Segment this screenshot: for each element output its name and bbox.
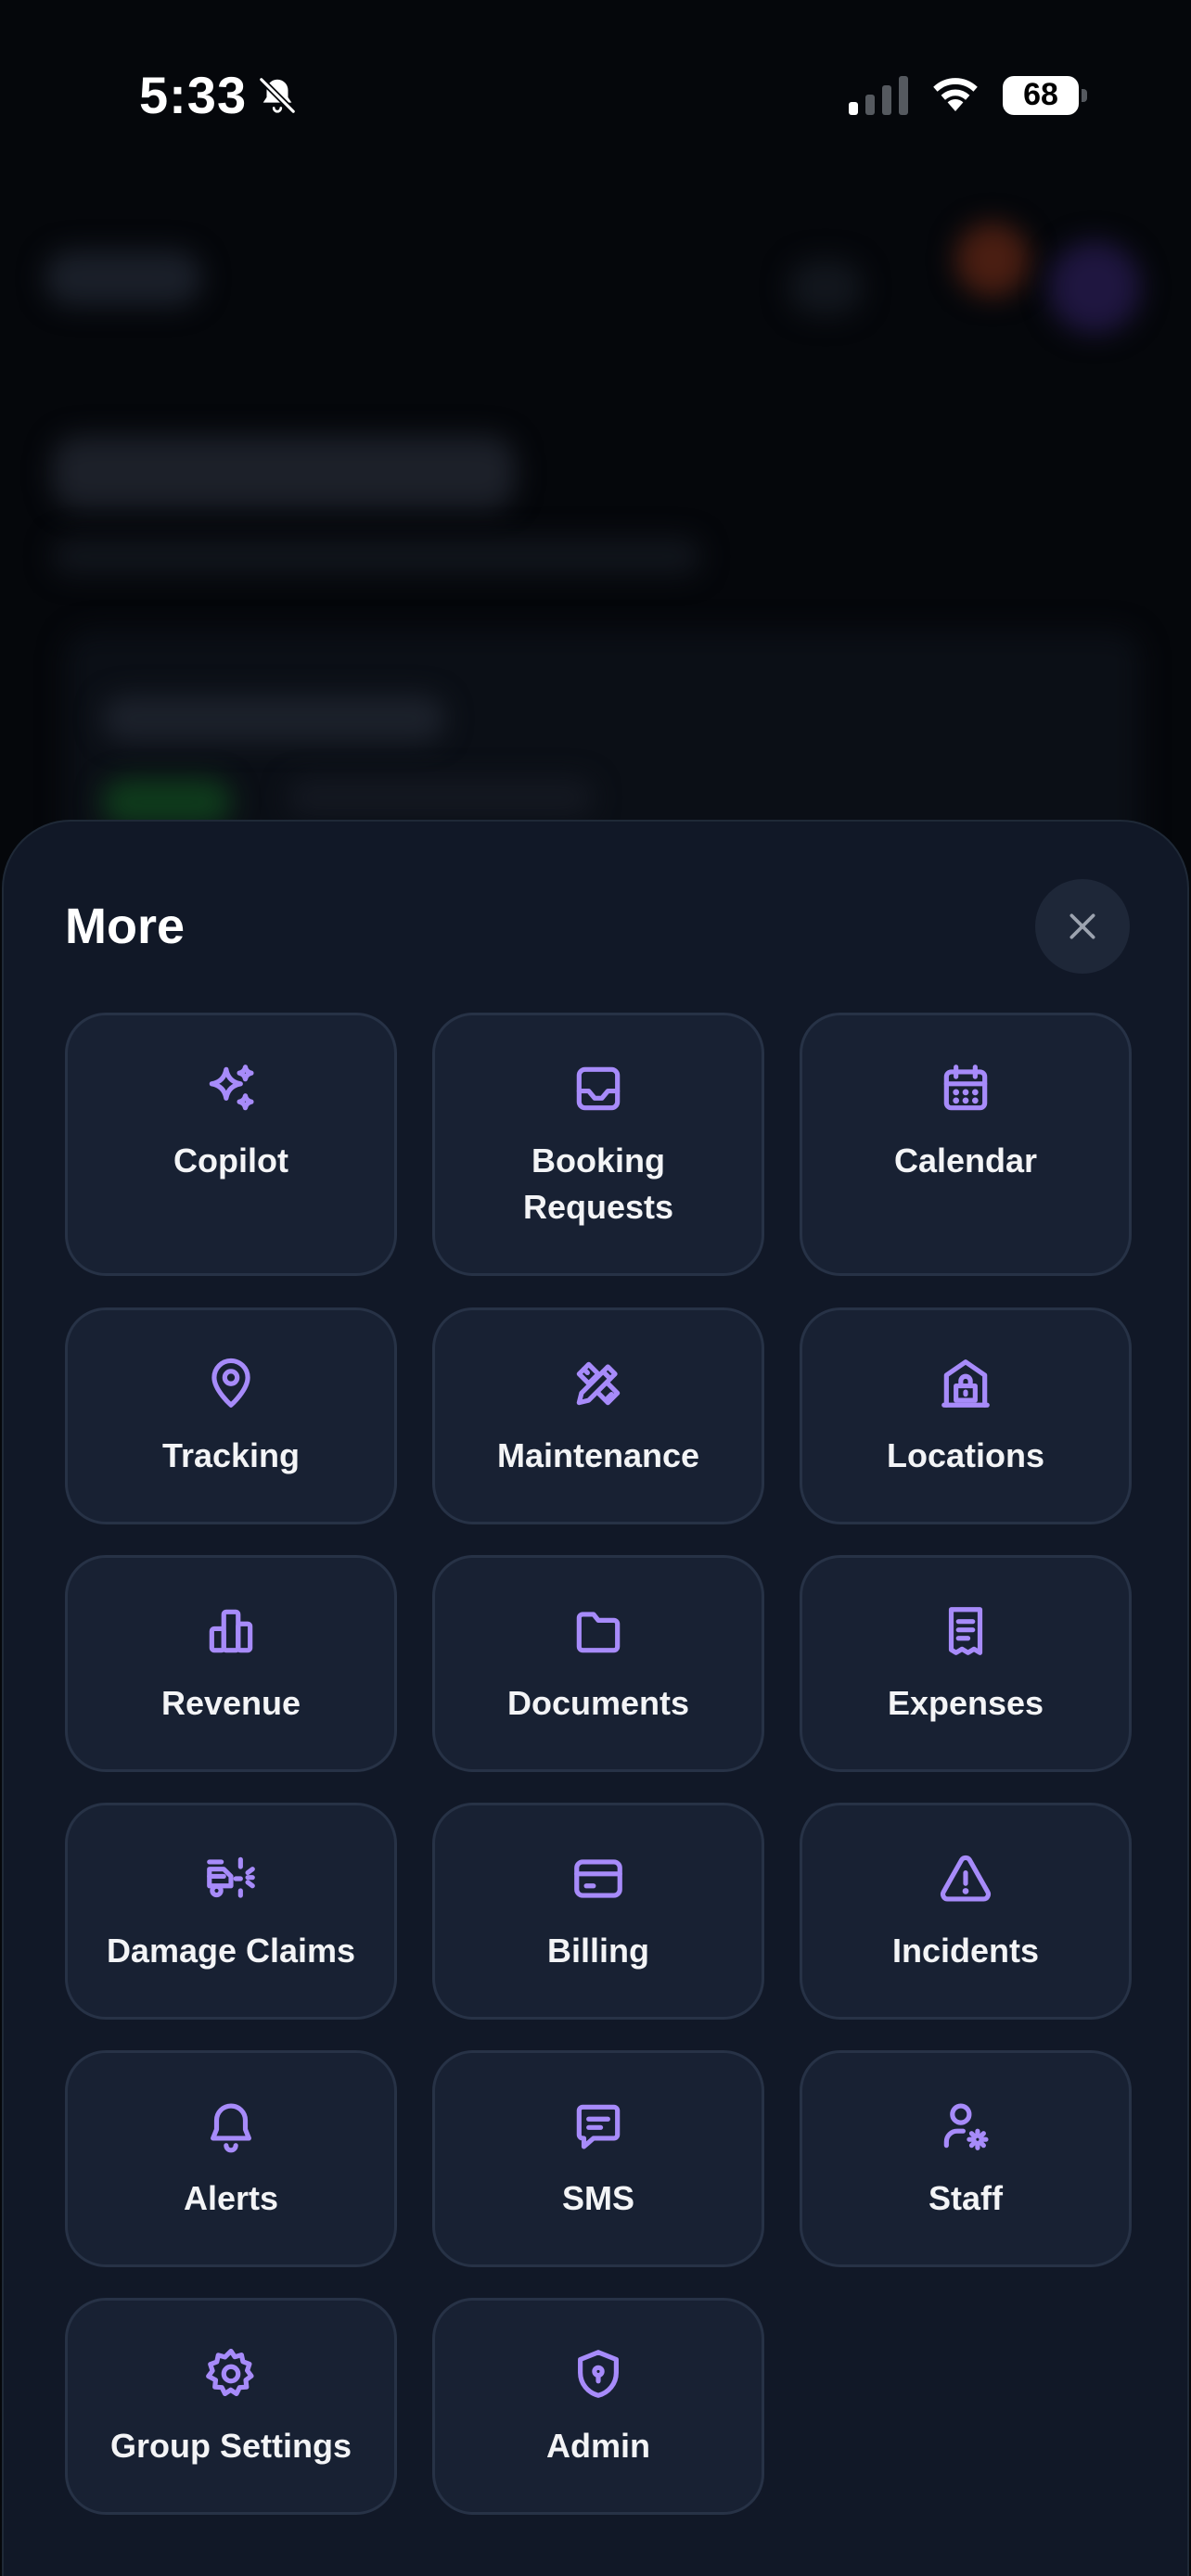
background-status-block xyxy=(102,779,232,825)
receipt-icon xyxy=(937,1602,994,1660)
bar-chart-icon xyxy=(202,1602,260,1660)
tile-incidents[interactable]: Incidents xyxy=(800,1803,1132,2020)
tile-label: Documents xyxy=(506,1684,690,1722)
credit-card-icon xyxy=(570,1850,627,1907)
tile-label: Billing xyxy=(547,1932,649,1970)
battery-level: 68 xyxy=(1003,75,1079,115)
tile-documents[interactable]: Documents xyxy=(432,1555,764,1772)
tile-label: Tracking xyxy=(161,1436,301,1474)
status-bar: 5:33 68 xyxy=(0,0,1191,195)
tile-sms[interactable]: SMS xyxy=(432,2050,764,2267)
tile-admin[interactable]: Admin xyxy=(432,2298,764,2515)
background-header-block xyxy=(45,250,202,306)
tile-copilot[interactable]: Copilot xyxy=(65,1013,397,1276)
tile-staff[interactable]: Staff xyxy=(800,2050,1132,2267)
tile-label: Group Settings xyxy=(110,2427,352,2465)
tile-booking-requests[interactable]: Booking Requests xyxy=(432,1013,764,1276)
status-time: 5:33 xyxy=(139,65,299,125)
tile-billing[interactable]: Billing xyxy=(432,1803,764,2020)
tile-label: Copilot xyxy=(173,1141,288,1180)
tile-group-settings[interactable]: Group Settings xyxy=(65,2298,397,2515)
tile-alerts[interactable]: Alerts xyxy=(65,2050,397,2267)
tile-locations[interactable]: Locations xyxy=(800,1307,1132,1524)
shield-lock-icon xyxy=(570,2345,627,2403)
tile-label: Incidents xyxy=(891,1932,1040,1970)
background-avatar-block xyxy=(1048,241,1141,334)
gear-icon xyxy=(202,2345,260,2403)
building-icon xyxy=(937,1355,994,1412)
more-sheet: More Copilot Booking Requests Calendar T… xyxy=(2,820,1189,2576)
background-subtitle-block xyxy=(52,538,701,575)
tile-label: Booking Requests xyxy=(522,1141,674,1226)
tile-tracking[interactable]: Tracking xyxy=(65,1307,397,1524)
tile-damage-claims[interactable]: Damage Claims xyxy=(65,1803,397,2020)
background-title-block xyxy=(52,436,516,510)
calendar-icon xyxy=(937,1060,994,1117)
wifi-icon xyxy=(928,72,982,118)
tile-expenses[interactable]: Expenses xyxy=(800,1555,1132,1772)
tile-label: SMS xyxy=(561,2179,634,2217)
background-badge-block xyxy=(955,223,1030,297)
tile-label: Locations xyxy=(886,1436,1044,1474)
tile-label: Admin xyxy=(546,2427,650,2465)
car-crash-icon xyxy=(202,1850,260,1907)
map-pin-icon xyxy=(202,1355,260,1412)
tile-maintenance[interactable]: Maintenance xyxy=(432,1307,764,1524)
tile-label: Maintenance xyxy=(496,1436,700,1474)
tile-revenue[interactable]: Revenue xyxy=(65,1555,397,1772)
tools-icon xyxy=(570,1355,627,1412)
background-app xyxy=(0,195,1191,872)
tile-label: Staff xyxy=(928,2179,1003,2217)
status-time-text: 5:33 xyxy=(139,66,248,124)
bell-icon xyxy=(202,2098,260,2155)
tile-calendar[interactable]: Calendar xyxy=(800,1013,1132,1276)
close-icon xyxy=(1069,913,1095,939)
status-indicators: 68 xyxy=(849,72,1087,118)
message-icon xyxy=(570,2098,627,2155)
cellular-signal-icon xyxy=(849,75,908,115)
bell-slash-icon xyxy=(256,74,299,117)
tile-label: Damage Claims xyxy=(106,1932,356,1970)
tile-label: Calendar xyxy=(893,1141,1038,1180)
battery-icon: 68 xyxy=(1003,75,1087,115)
close-button[interactable] xyxy=(1035,879,1130,974)
background-card-text-block xyxy=(102,695,445,742)
background-button-block xyxy=(788,260,863,315)
inbox-icon xyxy=(570,1060,627,1117)
tile-label: Revenue xyxy=(160,1684,301,1722)
user-cog-icon xyxy=(937,2098,994,2155)
warning-triangle-icon xyxy=(937,1850,994,1907)
tile-label: Alerts xyxy=(183,2179,279,2217)
sparkles-icon xyxy=(202,1060,260,1117)
background-status-text-block xyxy=(288,779,594,816)
folder-icon xyxy=(570,1602,627,1660)
sheet-title: More xyxy=(65,899,186,954)
tile-label: Expenses xyxy=(887,1684,1044,1722)
